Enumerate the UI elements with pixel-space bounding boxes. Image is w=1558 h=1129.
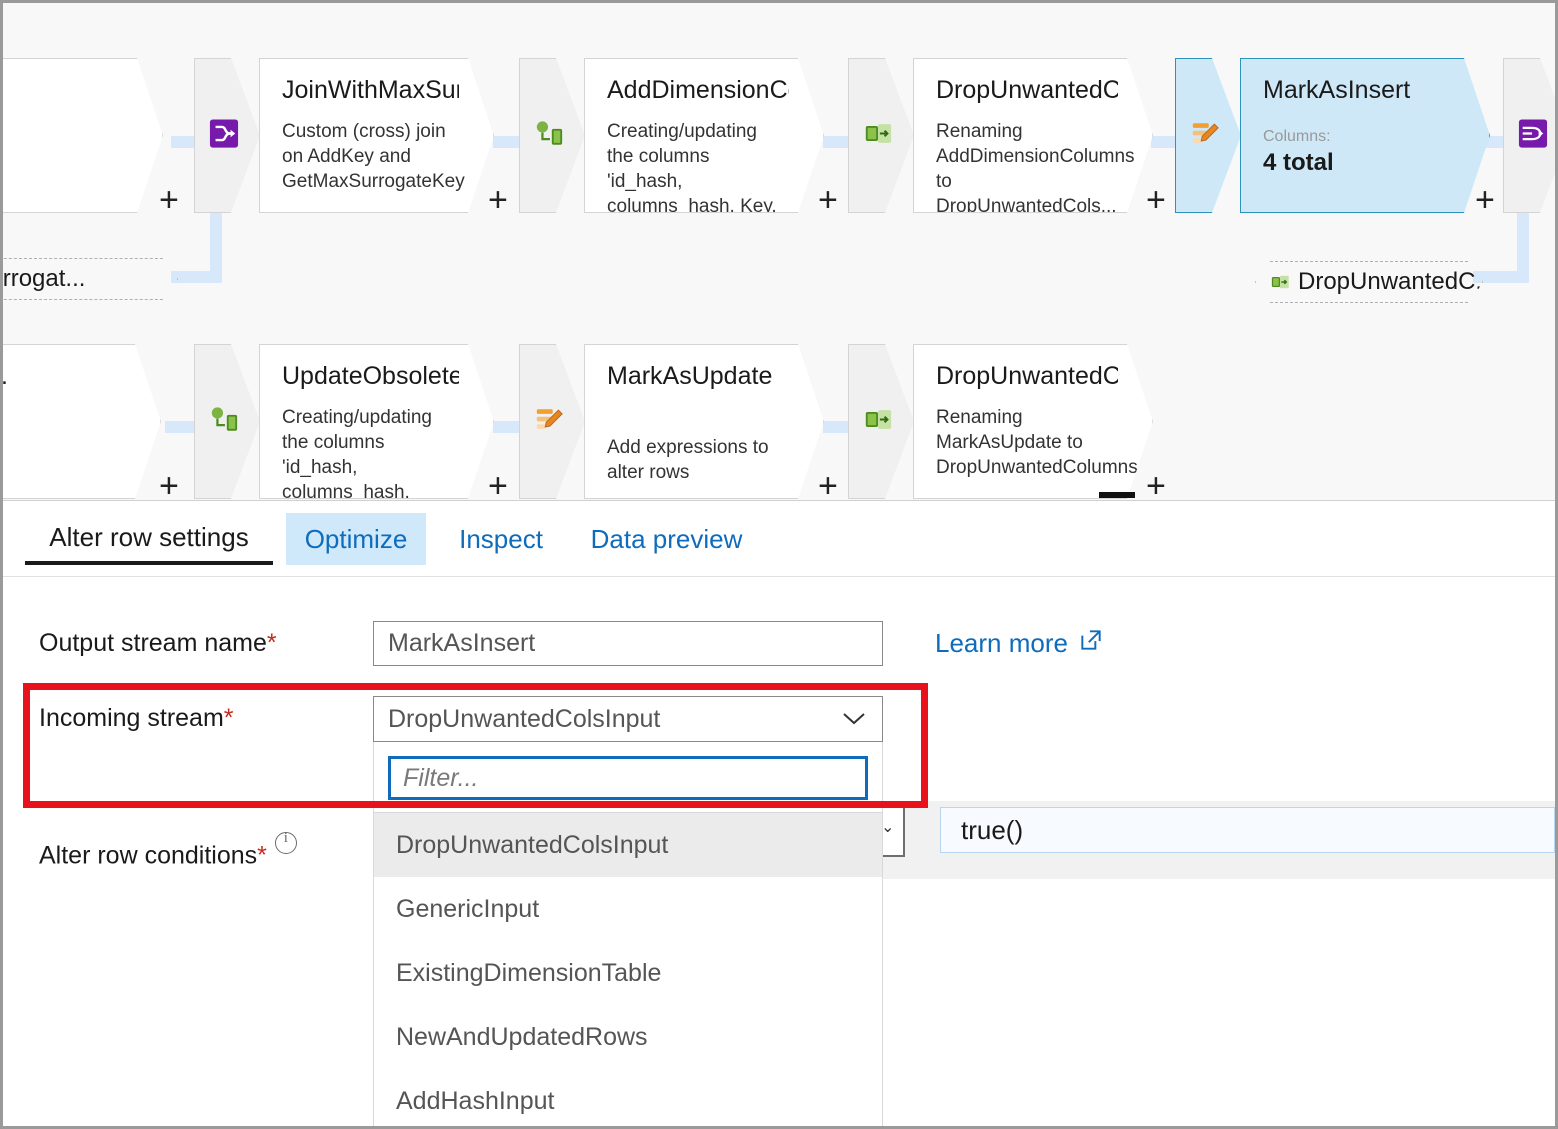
- connector-line: [171, 271, 222, 283]
- app-frame: ey new key Key from 1 + JoinWithMaxSurr.…: [0, 0, 1558, 1129]
- node-icon-tab[interactable]: [194, 58, 260, 213]
- dropdown-option[interactable]: ExistingDimensionTable: [374, 941, 882, 1005]
- output-stream-name-label: Output stream name*: [39, 629, 277, 657]
- learn-more-link[interactable]: Learn more: [935, 627, 1104, 660]
- node-icon-tab[interactable]: [848, 344, 914, 499]
- stream-reference-chip[interactable]: DropUnwantedC...: [1255, 261, 1483, 303]
- transform-node-selected[interactable]: MarkAsInsert Columns: 4 total: [1240, 58, 1490, 213]
- add-node-button[interactable]: +: [488, 183, 508, 217]
- add-node-button[interactable]: +: [488, 469, 508, 500]
- tab-bar: Alter row settings Optimize Inspect Data…: [3, 501, 1555, 577]
- incoming-stream-combobox[interactable]: DropUnwantedColsInput: [373, 696, 883, 742]
- dropdown-option[interactable]: DropUnwantedColsInput: [374, 813, 882, 877]
- required-asterisk: *: [257, 841, 267, 870]
- transform-node[interactable]: JoinWithMaxSurr... Custom (cross) join o…: [259, 58, 494, 213]
- dropdown-option[interactable]: AddHashInput: [374, 1069, 882, 1126]
- node-columns-label: Columns:: [1263, 128, 1331, 145]
- node-title: MarkAsInsert: [1263, 76, 1411, 104]
- node-icon-tab-selected[interactable]: [1175, 58, 1241, 213]
- dropdown-filter-input[interactable]: Filter...: [388, 756, 868, 800]
- learn-more-label: Learn more: [935, 628, 1068, 658]
- node-description: Creating/updating the columns 'id_hash, …: [282, 407, 432, 499]
- node-icon-tab[interactable]: [519, 58, 585, 213]
- alter-row-expression-input[interactable]: true(): [940, 807, 1555, 853]
- incoming-stream-value: DropUnwantedColsInput: [388, 704, 661, 733]
- incoming-stream-label: Incoming stream*: [39, 704, 234, 732]
- alter-row-expression-value: true(): [961, 814, 1024, 845]
- dropdown-filter-placeholder: Filter...: [403, 763, 479, 792]
- node-description: Renaming AddDimensionColumns to DropUnwa…: [936, 121, 1135, 213]
- transform-node[interactable]: DropUnwantedCo... Renaming AddDimensionC…: [913, 58, 1153, 213]
- node-icon-tab[interactable]: [848, 58, 914, 213]
- select-icon: [863, 404, 893, 439]
- node-columns-value: 4 total: [1263, 149, 1334, 176]
- dropdown-option-list[interactable]: DropUnwantedColsInput GenericInput Exist…: [373, 813, 883, 1126]
- transform-node[interactable]: orUpdatedV... g rows from ed which are n…: [3, 344, 161, 499]
- add-node-button[interactable]: +: [818, 183, 838, 217]
- add-node-button[interactable]: +: [1475, 183, 1495, 217]
- dropdown-option[interactable]: GenericInput: [374, 877, 882, 941]
- node-icon-tab[interactable]: [519, 344, 585, 499]
- tab-alter-row-settings[interactable]: Alter row settings: [25, 513, 273, 565]
- transform-node[interactable]: UpdateObsolete Creating/updating the col…: [259, 344, 494, 499]
- stream-reference-label: DropUnwantedC...: [1298, 268, 1496, 295]
- node-title: ey: [3, 75, 128, 105]
- transform-node[interactable]: DropUnwantedCo... Renaming MarkAsUpdate …: [913, 344, 1153, 499]
- tab-inspect[interactable]: Inspect: [444, 513, 558, 565]
- alter-row-icon: [1190, 118, 1220, 153]
- transform-node[interactable]: ey new key Key from 1: [3, 58, 163, 213]
- node-title: DropUnwantedCo...: [936, 362, 1103, 390]
- node-title: MarkAsUpdate: [607, 362, 773, 390]
- node-description: Add expressions to alter rows: [607, 437, 769, 483]
- required-asterisk: *: [223, 704, 234, 732]
- node-title: AddDimensionCol...: [607, 76, 788, 104]
- join-icon: [209, 118, 239, 153]
- alter-row-icon: [534, 404, 564, 439]
- node-icon-tab[interactable]: [1503, 58, 1555, 213]
- properties-panel: Alter row settings Optimize Inspect Data…: [3, 500, 1555, 1126]
- node-title: UpdateObsolete: [282, 362, 459, 390]
- select-icon: [1270, 272, 1290, 292]
- tab-optimize[interactable]: Optimize: [286, 513, 426, 565]
- derived-column-icon: [534, 118, 564, 153]
- stream-reference-label: etMaxSurrogat...: [3, 265, 86, 292]
- alter-row-conditions-label: Alter row conditions*: [39, 830, 297, 870]
- add-node-button[interactable]: +: [1146, 469, 1166, 500]
- add-node-button[interactable]: +: [1146, 183, 1166, 217]
- tab-data-preview[interactable]: Data preview: [576, 513, 757, 565]
- derived-column-icon: [209, 404, 239, 439]
- chevron-down-icon: ⌄: [881, 819, 895, 836]
- node-description: Custom (cross) join on AddKey and GetMax…: [282, 121, 465, 192]
- node-title: orUpdatedV...: [3, 361, 126, 391]
- node-title: DropUnwantedCo...: [936, 76, 1103, 104]
- chevron-down-icon[interactable]: [840, 706, 868, 732]
- stream-reference-chip[interactable]: etMaxSurrogat...: [3, 258, 178, 300]
- info-icon[interactable]: [274, 830, 297, 854]
- output-stream-name-value: MarkAsInsert: [388, 629, 536, 657]
- node-description: new key Key from 1: [3, 151, 122, 201]
- output-stream-name-input[interactable]: MarkAsInsert: [373, 621, 883, 666]
- node-icon-tab[interactable]: [194, 344, 260, 499]
- node-description: Creating/updating the columns 'id_hash, …: [607, 121, 777, 213]
- node-description: g rows from ed which are ng in undefined: [3, 423, 120, 498]
- add-node-button[interactable]: +: [159, 469, 179, 500]
- node-title: JoinWithMaxSurr...: [282, 76, 456, 104]
- select-icon: [863, 118, 893, 153]
- transform-node[interactable]: AddDimensionCol... Creating/updating the…: [584, 58, 824, 213]
- required-asterisk: *: [266, 629, 277, 657]
- external-link-icon: [1078, 627, 1104, 660]
- dropdown-option[interactable]: NewAndUpdatedRows: [374, 1005, 882, 1069]
- add-node-button[interactable]: +: [159, 183, 179, 217]
- transform-node[interactable]: MarkAsUpdate Add expressions to alter ro…: [584, 344, 824, 499]
- dataflow-canvas[interactable]: ey new key Key from 1 + JoinWithMaxSurr.…: [3, 3, 1555, 500]
- panel-resize-handle[interactable]: [1099, 492, 1135, 498]
- add-node-button[interactable]: +: [818, 469, 838, 500]
- node-description: Renaming MarkAsUpdate to DropUnwantedCol…: [936, 407, 1138, 478]
- union-icon: [1518, 118, 1548, 153]
